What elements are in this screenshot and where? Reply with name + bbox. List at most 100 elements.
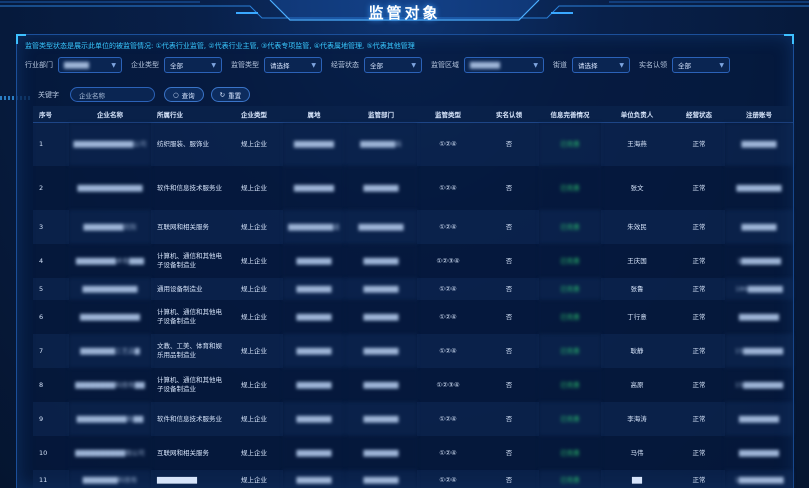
table-row[interactable]: 8 ▇▇▇▇▇▇▇▇科技有▇▇ 计算机、通信和其他电子设备制造业 规上企业 ▇▇▇▇▇▇… xyxy=(33,368,793,402)
region-select[interactable]: ▇▇▇▇▇▇ ▼ xyxy=(464,57,544,73)
cell-name: ▇▇▇▇▇▇▇▇科技有▇▇ xyxy=(69,368,151,402)
street-select[interactable]: 请选择 ▼ xyxy=(572,57,630,73)
col-stype: 监管类型 xyxy=(417,106,479,123)
chevron-down-icon: ▼ xyxy=(719,61,724,69)
cell-state: 正常 xyxy=(673,300,725,334)
col-leader: 单位负责人 xyxy=(601,106,673,123)
table-row[interactable]: 5 ▇▇▇▇▇▇▇▇▇▇▇ 通用设备制造业 规上企业 ▇▇▇▇▇▇▇ ▇▇▇▇▇▇▇ ①②④… xyxy=(33,278,793,300)
header-bar: 监管对象 xyxy=(0,0,809,26)
table-row[interactable]: 4 ▇▇▇▇▇▇▇▇术有▇▇▇ 计算机、通信和其他电子设备制造业 规上企业 ▇▇▇▇▇▇… xyxy=(33,244,793,278)
cell-dept: ▇▇▇▇▇▇▇ xyxy=(345,244,417,278)
col-name: 企业名称 xyxy=(69,106,151,123)
cell-info: 已完善 xyxy=(539,244,601,278)
cell-leader: 高原 xyxy=(601,368,673,402)
cell-industry: 计算机、通信和其他电子设备制造业 xyxy=(151,300,225,334)
cell-industry: 软件和信息技术服务业 xyxy=(151,166,225,210)
cell-account: 1▇▇▇▇▇▇▇▇▇ xyxy=(725,470,793,488)
table-body: 1 ▇▇▇▇▇▇▇▇▇▇▇▇公司 纺织服装、服饰业 规上企业 ▇▇▇▇▇▇▇▇ ▇▇▇▇▇… xyxy=(33,122,793,488)
cell-dept: ▇▇▇▇▇▇▇ xyxy=(345,300,417,334)
cell-realname: 否 xyxy=(479,300,539,334)
cell-name: ▇▇▇▇▇▇▇▇▇▇▇ xyxy=(69,278,151,300)
company-type-label: 企业类型 xyxy=(131,61,159,69)
cell-realname: 否 xyxy=(479,244,539,278)
search-bar: 关键字 企业名称 ○ 查询 ↻ 重置 xyxy=(38,86,257,103)
cell-no: 5 xyxy=(33,278,69,300)
cell-leader: 马伟 xyxy=(601,436,673,470)
cell-place: ▇▇▇▇▇▇▇ xyxy=(283,402,345,436)
cell-name: ▇▇▇▇▇▇▇▇▇▇有▇▇ xyxy=(69,402,151,436)
cell-dept: ▇▇▇▇▇▇▇ xyxy=(345,166,417,210)
cell-stype: ①②④ xyxy=(417,300,479,334)
table-row[interactable]: 3 ▇▇▇▇▇▇▇▇究院 互联网和相关服务 规上企业 ▇▇▇▇▇▇▇▇▇道 ▇▇▇▇▇▇▇… xyxy=(33,210,793,244)
cell-place: ▇▇▇▇▇▇▇ xyxy=(283,436,345,470)
industry-dept-label: 行业部门 xyxy=(25,61,53,69)
chevron-down-icon: ▼ xyxy=(619,61,624,69)
cell-place: ▇▇▇▇▇▇▇ xyxy=(283,368,345,402)
cell-info: 已完善 xyxy=(539,470,601,488)
cell-type: 规上企业 xyxy=(225,368,283,402)
col-industry: 所属行业 xyxy=(151,106,225,123)
table-row[interactable]: 2 ▇▇▇▇▇▇▇▇▇▇▇▇▇ 软件和信息技术服务业 规上企业 ▇▇▇▇▇▇▇▇ ▇▇▇▇… xyxy=(33,166,793,210)
search-icon: ○ xyxy=(173,90,179,99)
chevron-down-icon: ▼ xyxy=(211,61,216,69)
cell-industry: 纺织服装、服饰业 xyxy=(151,122,225,166)
cell-realname: 否 xyxy=(479,402,539,436)
query-button[interactable]: ○ 查询 xyxy=(164,87,204,102)
realname-select[interactable]: 全部 ▼ xyxy=(672,57,730,73)
chevron-down-icon: ▼ xyxy=(533,61,538,69)
table-row[interactable]: 7 ▇▇▇▇▇▇▇工艺品▇ 文教、工美、体育和娱乐用品制造业 规上企业 ▇▇▇▇▇▇▇ ▇… xyxy=(33,334,793,368)
cell-type: 规上企业 xyxy=(225,470,283,488)
cell-name: ▇▇▇▇▇▇▇▇▇▇限公司 xyxy=(69,436,151,470)
cell-no: 8 xyxy=(33,368,69,402)
refresh-icon: ↻ xyxy=(219,90,226,99)
cell-type: 规上企业 xyxy=(225,436,283,470)
cell-info: 已完善 xyxy=(539,402,601,436)
table-row[interactable]: 11 ▇▇▇▇▇▇▇科技有 ▇▇▇▇▇▇▇▇ 规上企业 ▇▇▇▇▇▇▇ ▇▇▇▇▇▇▇ ①②… xyxy=(33,470,793,488)
search-input[interactable]: 企业名称 xyxy=(70,87,155,102)
query-button-label: 查询 xyxy=(181,91,195,100)
cell-industry: 互联网和相关服务 xyxy=(151,210,225,244)
realname-label: 实名认领 xyxy=(639,61,667,69)
cell-no: 9 xyxy=(33,402,69,436)
status-select[interactable]: 全部 ▼ xyxy=(364,57,422,73)
chevron-down-icon: ▼ xyxy=(111,61,116,69)
cell-leader: 朱效民 xyxy=(601,210,673,244)
cell-name: ▇▇▇▇▇▇▇工艺品▇ xyxy=(69,334,151,368)
status-label: 经营状态 xyxy=(331,61,359,69)
cell-realname: 否 xyxy=(479,334,539,368)
table-row[interactable]: 6 ▇▇▇▇▇▇▇▇▇▇▇▇ 计算机、通信和其他电子设备制造业 规上企业 ▇▇▇▇▇▇▇… xyxy=(33,300,793,334)
cell-stype: ①②③④ xyxy=(417,368,479,402)
cell-realname: 否 xyxy=(479,436,539,470)
table-row[interactable]: 10 ▇▇▇▇▇▇▇▇▇▇限公司 互联网和相关服务 规上企业 ▇▇▇▇▇▇▇ ▇▇▇▇▇▇… xyxy=(33,436,793,470)
supervise-type-select[interactable]: 请选择 ▼ xyxy=(264,57,322,73)
table-row[interactable]: 1 ▇▇▇▇▇▇▇▇▇▇▇▇公司 纺织服装、服饰业 规上企业 ▇▇▇▇▇▇▇▇ ▇▇▇▇▇… xyxy=(33,122,793,166)
industry-dept-select[interactable]: ▇▇▇▇▇ ▼ xyxy=(58,57,122,73)
cell-stype: ①②④ xyxy=(417,166,479,210)
cell-dept: ▇▇▇▇▇▇▇局 xyxy=(345,122,417,166)
cell-name: ▇▇▇▇▇▇▇▇▇▇▇▇ xyxy=(69,300,151,334)
cell-place: ▇▇▇▇▇▇▇ xyxy=(283,244,345,278)
cell-info: 已完善 xyxy=(539,210,601,244)
cell-dept: ▇▇▇▇▇▇▇ xyxy=(345,402,417,436)
cell-state: 正常 xyxy=(673,470,725,488)
cell-info: 已完善 xyxy=(539,368,601,402)
cell-stype: ①②④ xyxy=(417,436,479,470)
industry-dept-value: ▇▇▇▇▇ xyxy=(64,61,89,69)
cell-industry: 通用设备制造业 xyxy=(151,278,225,300)
cell-account: 1▇▇▇▇▇▇▇▇ xyxy=(725,244,793,278)
chevron-down-icon: ▼ xyxy=(311,61,316,69)
company-type-select[interactable]: 全部 ▼ xyxy=(164,57,222,73)
status-value: 全部 xyxy=(370,62,383,70)
corner-decoration xyxy=(784,34,794,44)
cell-info: 已完善 xyxy=(539,334,601,368)
cell-type: 规上企业 xyxy=(225,122,283,166)
cell-account: ▇▇▇▇▇▇▇▇▇ xyxy=(725,166,793,210)
reset-button[interactable]: ↻ 重置 xyxy=(210,87,251,102)
table-row[interactable]: 9 ▇▇▇▇▇▇▇▇▇▇有▇▇ 软件和信息技术服务业 规上企业 ▇▇▇▇▇▇▇ ▇▇▇▇▇… xyxy=(33,402,793,436)
col-state: 经营状态 xyxy=(673,106,725,123)
cell-no: 6 xyxy=(33,300,69,334)
cell-type: 规上企业 xyxy=(225,402,283,436)
cell-state: 正常 xyxy=(673,402,725,436)
cell-place: ▇▇▇▇▇▇▇▇▇道 xyxy=(283,210,345,244)
cell-account: ▇▇▇▇▇▇▇ xyxy=(725,210,793,244)
